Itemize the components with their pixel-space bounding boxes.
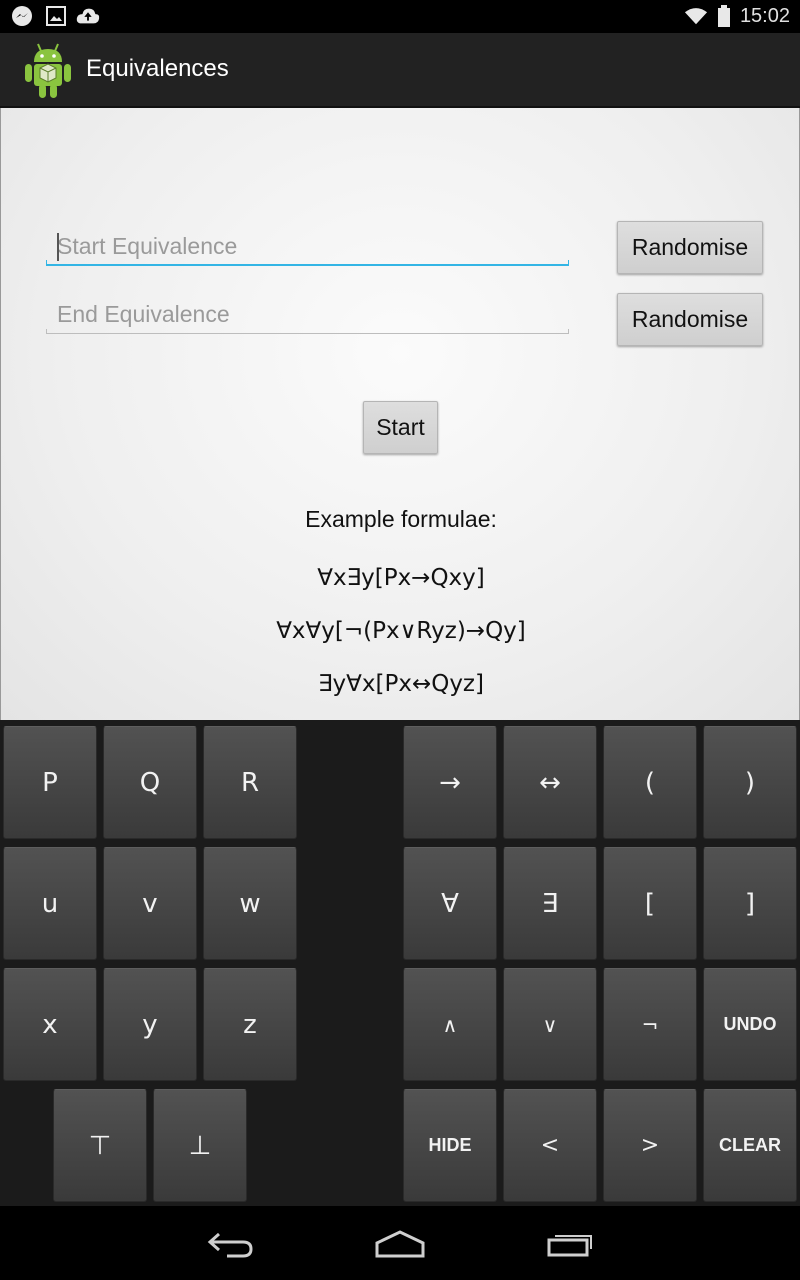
key-Q[interactable]: Q	[103, 726, 197, 839]
key-clear[interactable]: CLEAR	[703, 1089, 797, 1202]
key-cursor-right[interactable]: >	[603, 1089, 697, 1202]
key-left-bracket[interactable]: [	[603, 847, 697, 960]
key-top[interactable]: ⊤	[53, 1089, 147, 1202]
field-underline	[46, 264, 569, 266]
field-underline-tick	[568, 329, 569, 334]
status-time: 15:02	[739, 5, 790, 27]
cloud-upload-icon	[76, 5, 100, 27]
navigation-bar	[0, 1206, 800, 1280]
start-button[interactable]: Start	[363, 401, 438, 454]
key-R[interactable]: R	[203, 726, 297, 839]
key-z[interactable]: z	[203, 968, 297, 1081]
key-not[interactable]: ¬	[603, 968, 697, 1081]
key-exists[interactable]: ∃	[503, 847, 597, 960]
example-formula: ∀x∀y[¬(Px∨Ryz)→Qy]	[276, 618, 526, 644]
key-right-bracket[interactable]: ]	[703, 847, 797, 960]
key-or[interactable]: ∨	[503, 968, 597, 1081]
key-bottom[interactable]: ⊥	[153, 1089, 247, 1202]
key-x[interactable]: x	[3, 968, 97, 1081]
main-content: Randomise Randomise Start Example formul…	[0, 108, 800, 720]
example-formula: ∀x∃y[Px→Qxy]	[317, 565, 485, 591]
randomise-start-button[interactable]: Randomise	[617, 221, 763, 274]
field-underline-tick	[46, 329, 47, 334]
key-u[interactable]: u	[3, 847, 97, 960]
key-iff[interactable]: ↔	[503, 726, 597, 839]
key-forall[interactable]: ∀	[403, 847, 497, 960]
example-formula: ∃y∀x[Px↔Qyz]	[318, 671, 484, 697]
key-implies[interactable]: →	[403, 726, 497, 839]
home-icon[interactable]	[370, 1224, 430, 1264]
examples-title: Example formulae:	[305, 506, 497, 532]
wifi-icon	[684, 5, 708, 27]
end-equivalence-field[interactable]	[46, 294, 569, 334]
randomise-end-button[interactable]: Randomise	[617, 293, 763, 346]
back-icon[interactable]	[200, 1224, 260, 1264]
key-v[interactable]: v	[103, 847, 197, 960]
start-equivalence-input[interactable]	[46, 226, 569, 266]
action-bar: Equivalences	[0, 33, 800, 108]
recent-apps-icon[interactable]	[540, 1224, 600, 1264]
field-underline	[46, 333, 569, 334]
logic-keyboard: P Q R → ↔ ( ) u v w ∀ ∃ [ ] x y z ∧ ∨ ¬ …	[0, 720, 800, 1206]
key-left-paren[interactable]: (	[603, 726, 697, 839]
key-y[interactable]: y	[103, 968, 197, 1081]
field-underline-tick	[568, 260, 569, 266]
end-equivalence-input[interactable]	[46, 294, 569, 334]
image-icon	[44, 5, 68, 27]
key-right-paren[interactable]: )	[703, 726, 797, 839]
key-hide[interactable]: HIDE	[403, 1089, 497, 1202]
start-equivalence-field[interactable]	[46, 226, 569, 266]
android-app-icon[interactable]	[22, 40, 74, 100]
key-and[interactable]: ∧	[403, 968, 497, 1081]
battery-icon	[712, 5, 736, 27]
app-title: Equivalences	[86, 55, 229, 82]
key-cursor-left[interactable]: <	[503, 1089, 597, 1202]
text-cursor	[57, 233, 59, 261]
status-bar: 15:02	[0, 0, 800, 33]
key-P[interactable]: P	[3, 726, 97, 839]
messenger-icon	[10, 5, 34, 27]
key-w[interactable]: w	[203, 847, 297, 960]
field-underline-tick	[46, 260, 47, 266]
key-undo[interactable]: UNDO	[703, 968, 797, 1081]
